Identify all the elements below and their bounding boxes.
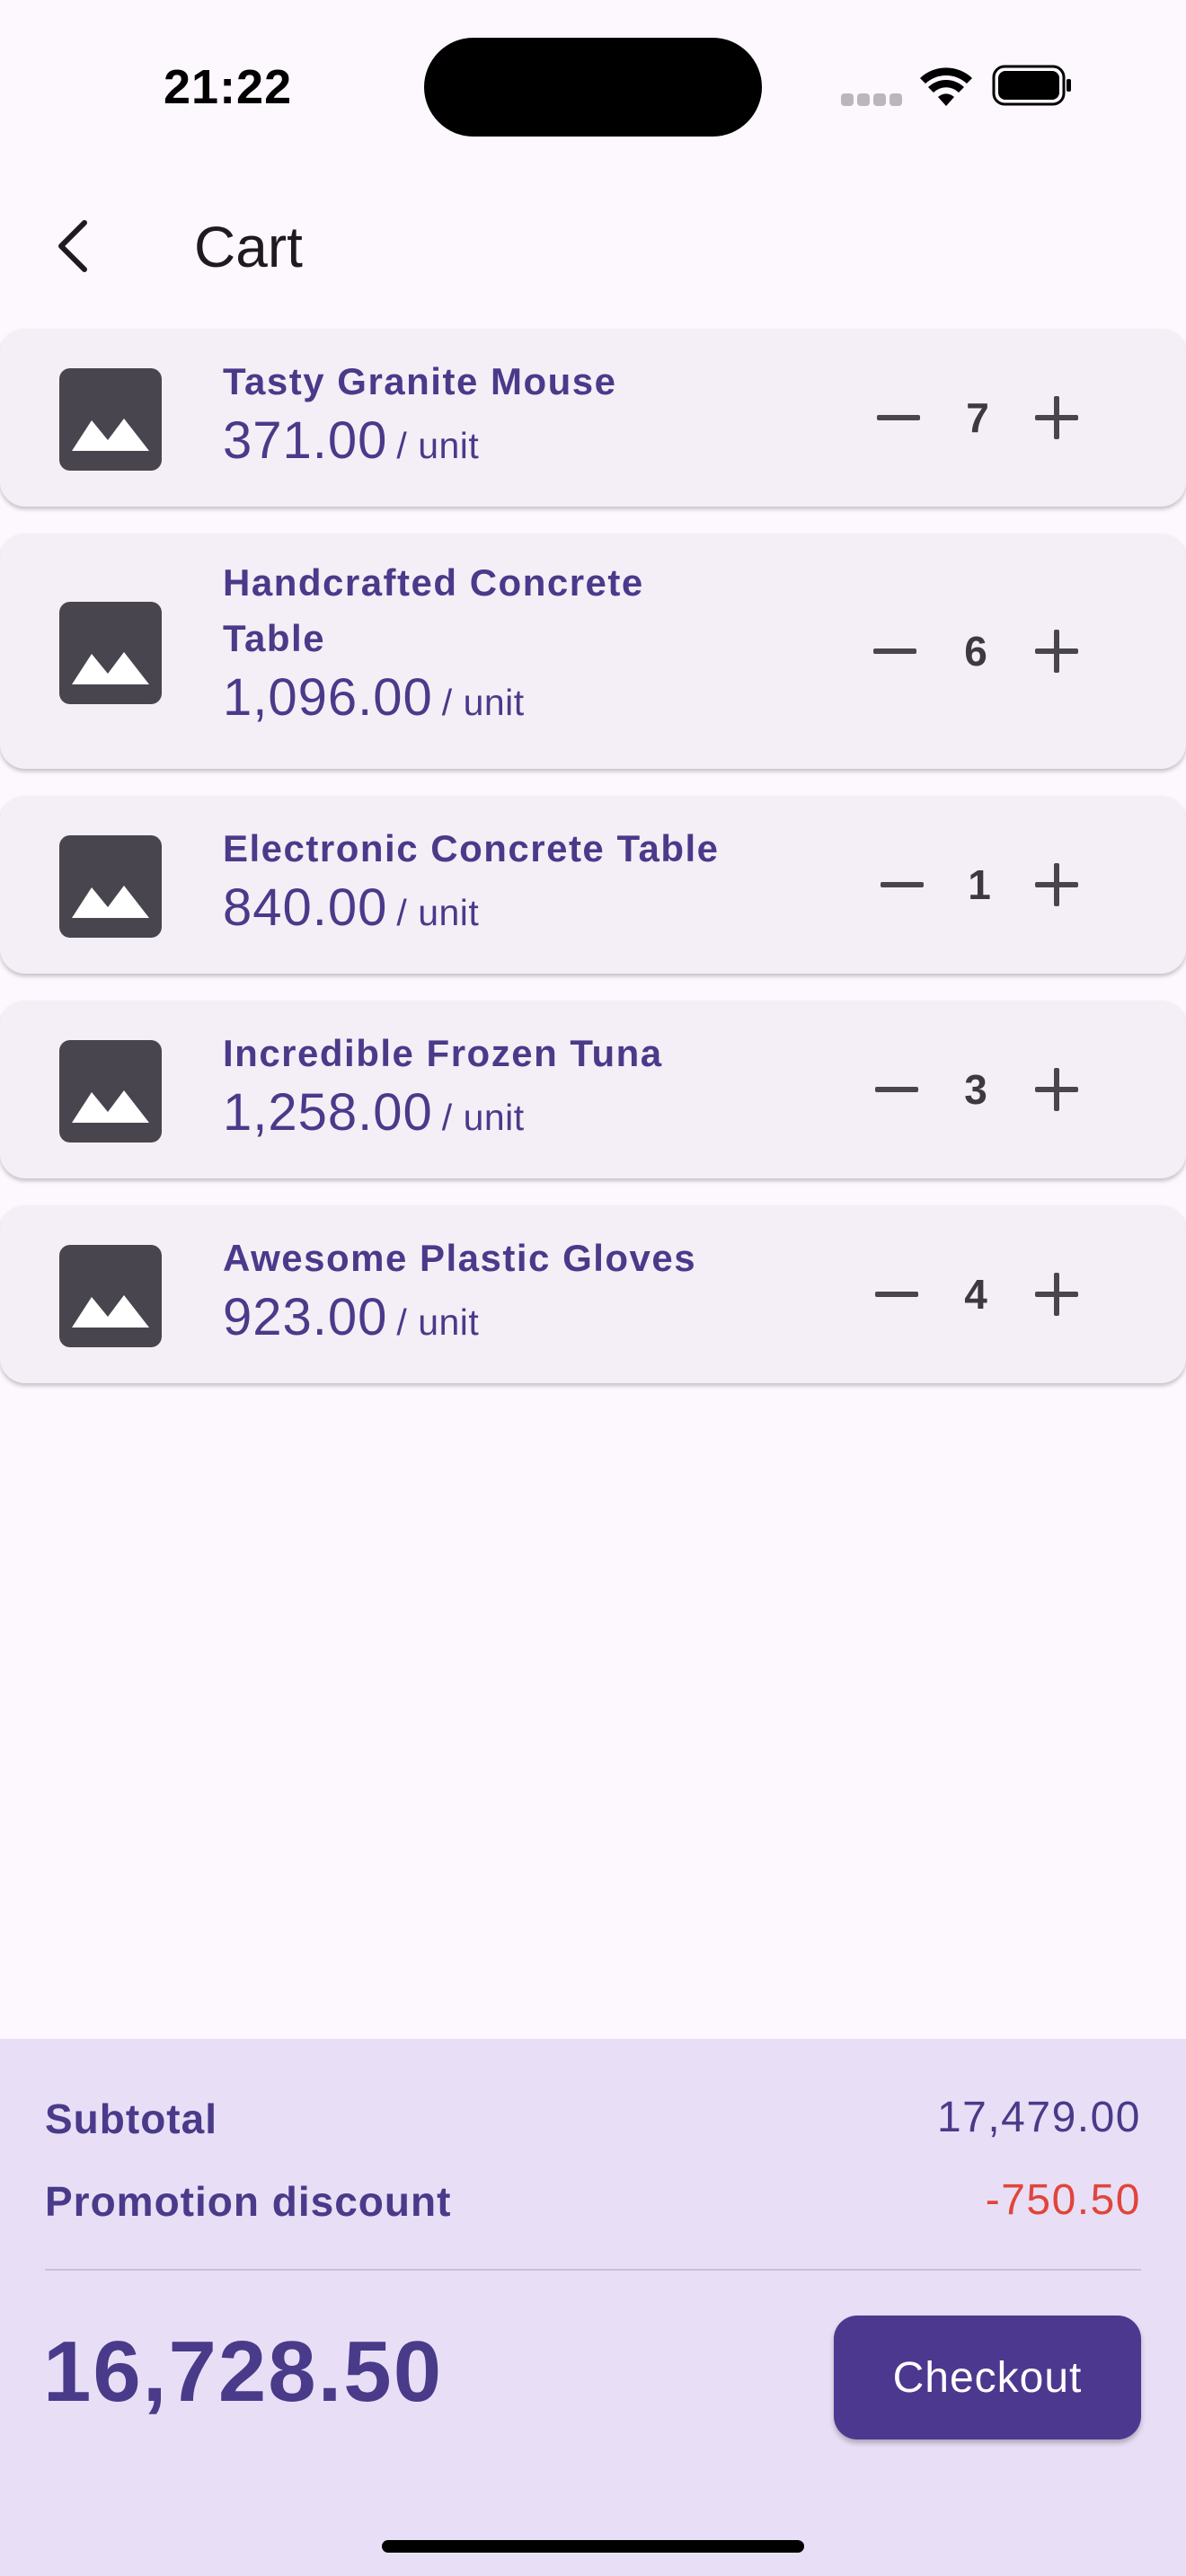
product-image-placeholder-icon bbox=[59, 835, 162, 938]
dynamic-island bbox=[424, 38, 762, 137]
item-quantity: 3 bbox=[964, 1066, 987, 1113]
item-unit: / unit bbox=[396, 425, 480, 466]
item-quantity: 6 bbox=[964, 628, 987, 675]
status-bar: 21:22 bbox=[0, 0, 1186, 171]
item-name: Electronic Concrete Table bbox=[223, 827, 720, 869]
item-unit: / unit bbox=[441, 682, 525, 723]
page-title: Cart bbox=[194, 215, 303, 279]
item-name: Handcrafted Concrete Table bbox=[223, 561, 644, 659]
item-price: 923.00 bbox=[223, 1288, 388, 1346]
wifi-icon bbox=[920, 67, 972, 106]
order-summary: Subtotal 17,479.00 Promotion discount -7… bbox=[0, 2039, 1186, 2576]
plus-icon bbox=[1035, 396, 1078, 439]
item-info: Handcrafted Concrete Table 1,096.00/ uni… bbox=[223, 555, 726, 729]
cart-item: Incredible Frozen Tuna 1,258.00/ unit 3 bbox=[0, 1001, 1186, 1178]
product-image-placeholder-icon bbox=[59, 368, 162, 471]
product-image-placeholder-icon bbox=[59, 1245, 162, 1347]
cart-item: Awesome Plastic Gloves 923.00/ unit 4 bbox=[0, 1205, 1186, 1383]
item-price: 371.00 bbox=[223, 411, 388, 470]
item-price-line: 923.00/ unit bbox=[223, 1286, 780, 1349]
app-bar: Cart bbox=[0, 180, 1186, 305]
item-price-line: 371.00/ unit bbox=[223, 410, 780, 472]
subtotal-label: Subtotal bbox=[45, 2095, 217, 2142]
item-quantity: 4 bbox=[964, 1271, 987, 1318]
item-info: Electronic Concrete Table 840.00/ unit bbox=[223, 821, 780, 940]
minus-icon bbox=[877, 415, 920, 420]
minus-icon bbox=[873, 648, 916, 654]
summary-divider bbox=[45, 2269, 1141, 2271]
item-info: Incredible Frozen Tuna 1,258.00/ unit bbox=[223, 1026, 780, 1144]
discount-value: -750.50 bbox=[985, 2176, 1141, 2224]
plus-icon bbox=[1035, 1273, 1078, 1316]
minus-icon bbox=[875, 1292, 918, 1297]
subtotal-value: 17,479.00 bbox=[936, 2094, 1141, 2141]
plus-icon bbox=[1035, 630, 1078, 673]
item-unit: / unit bbox=[441, 1097, 525, 1138]
back-button[interactable] bbox=[36, 207, 115, 286]
item-info: Tasty Granite Mouse 371.00/ unit bbox=[223, 354, 780, 472]
item-price: 1,258.00 bbox=[223, 1083, 433, 1142]
home-indicator[interactable] bbox=[382, 2540, 804, 2553]
plus-icon bbox=[1035, 863, 1078, 906]
minus-icon bbox=[881, 882, 924, 887]
product-image-placeholder-icon bbox=[59, 1040, 162, 1142]
discount-label: Promotion discount bbox=[45, 2178, 452, 2225]
cart-item: Electronic Concrete Table 840.00/ unit 1 bbox=[0, 796, 1186, 974]
item-price: 1,096.00 bbox=[223, 668, 433, 727]
item-unit: / unit bbox=[396, 892, 480, 933]
signal-icon bbox=[841, 93, 902, 106]
item-name: Awesome Plastic Gloves bbox=[223, 1237, 697, 1279]
item-name: Tasty Granite Mouse bbox=[223, 360, 617, 402]
checkout-button[interactable]: Checkout bbox=[834, 2316, 1141, 2439]
status-time: 21:22 bbox=[164, 60, 293, 114]
item-quantity: 1 bbox=[968, 861, 991, 908]
item-info: Awesome Plastic Gloves 923.00/ unit bbox=[223, 1231, 780, 1349]
item-price-line: 840.00/ unit bbox=[223, 877, 780, 940]
minus-icon bbox=[875, 1087, 918, 1092]
cart-item: Tasty Granite Mouse 371.00/ unit 7 bbox=[0, 329, 1186, 507]
item-price-line: 1,096.00/ unit bbox=[223, 666, 726, 729]
total-amount: 16,728.50 bbox=[43, 2324, 444, 2420]
battery-icon bbox=[992, 65, 1071, 106]
item-name: Incredible Frozen Tuna bbox=[223, 1032, 663, 1074]
cart-item: Handcrafted Concrete Table 1,096.00/ uni… bbox=[0, 534, 1186, 769]
chevron-left-icon bbox=[58, 220, 87, 272]
item-price-line: 1,258.00/ unit bbox=[223, 1081, 780, 1144]
plus-icon bbox=[1035, 1068, 1078, 1111]
product-image-placeholder-icon bbox=[59, 602, 162, 704]
item-unit: / unit bbox=[396, 1301, 480, 1343]
item-price: 840.00 bbox=[223, 878, 388, 937]
item-quantity: 7 bbox=[966, 394, 989, 441]
